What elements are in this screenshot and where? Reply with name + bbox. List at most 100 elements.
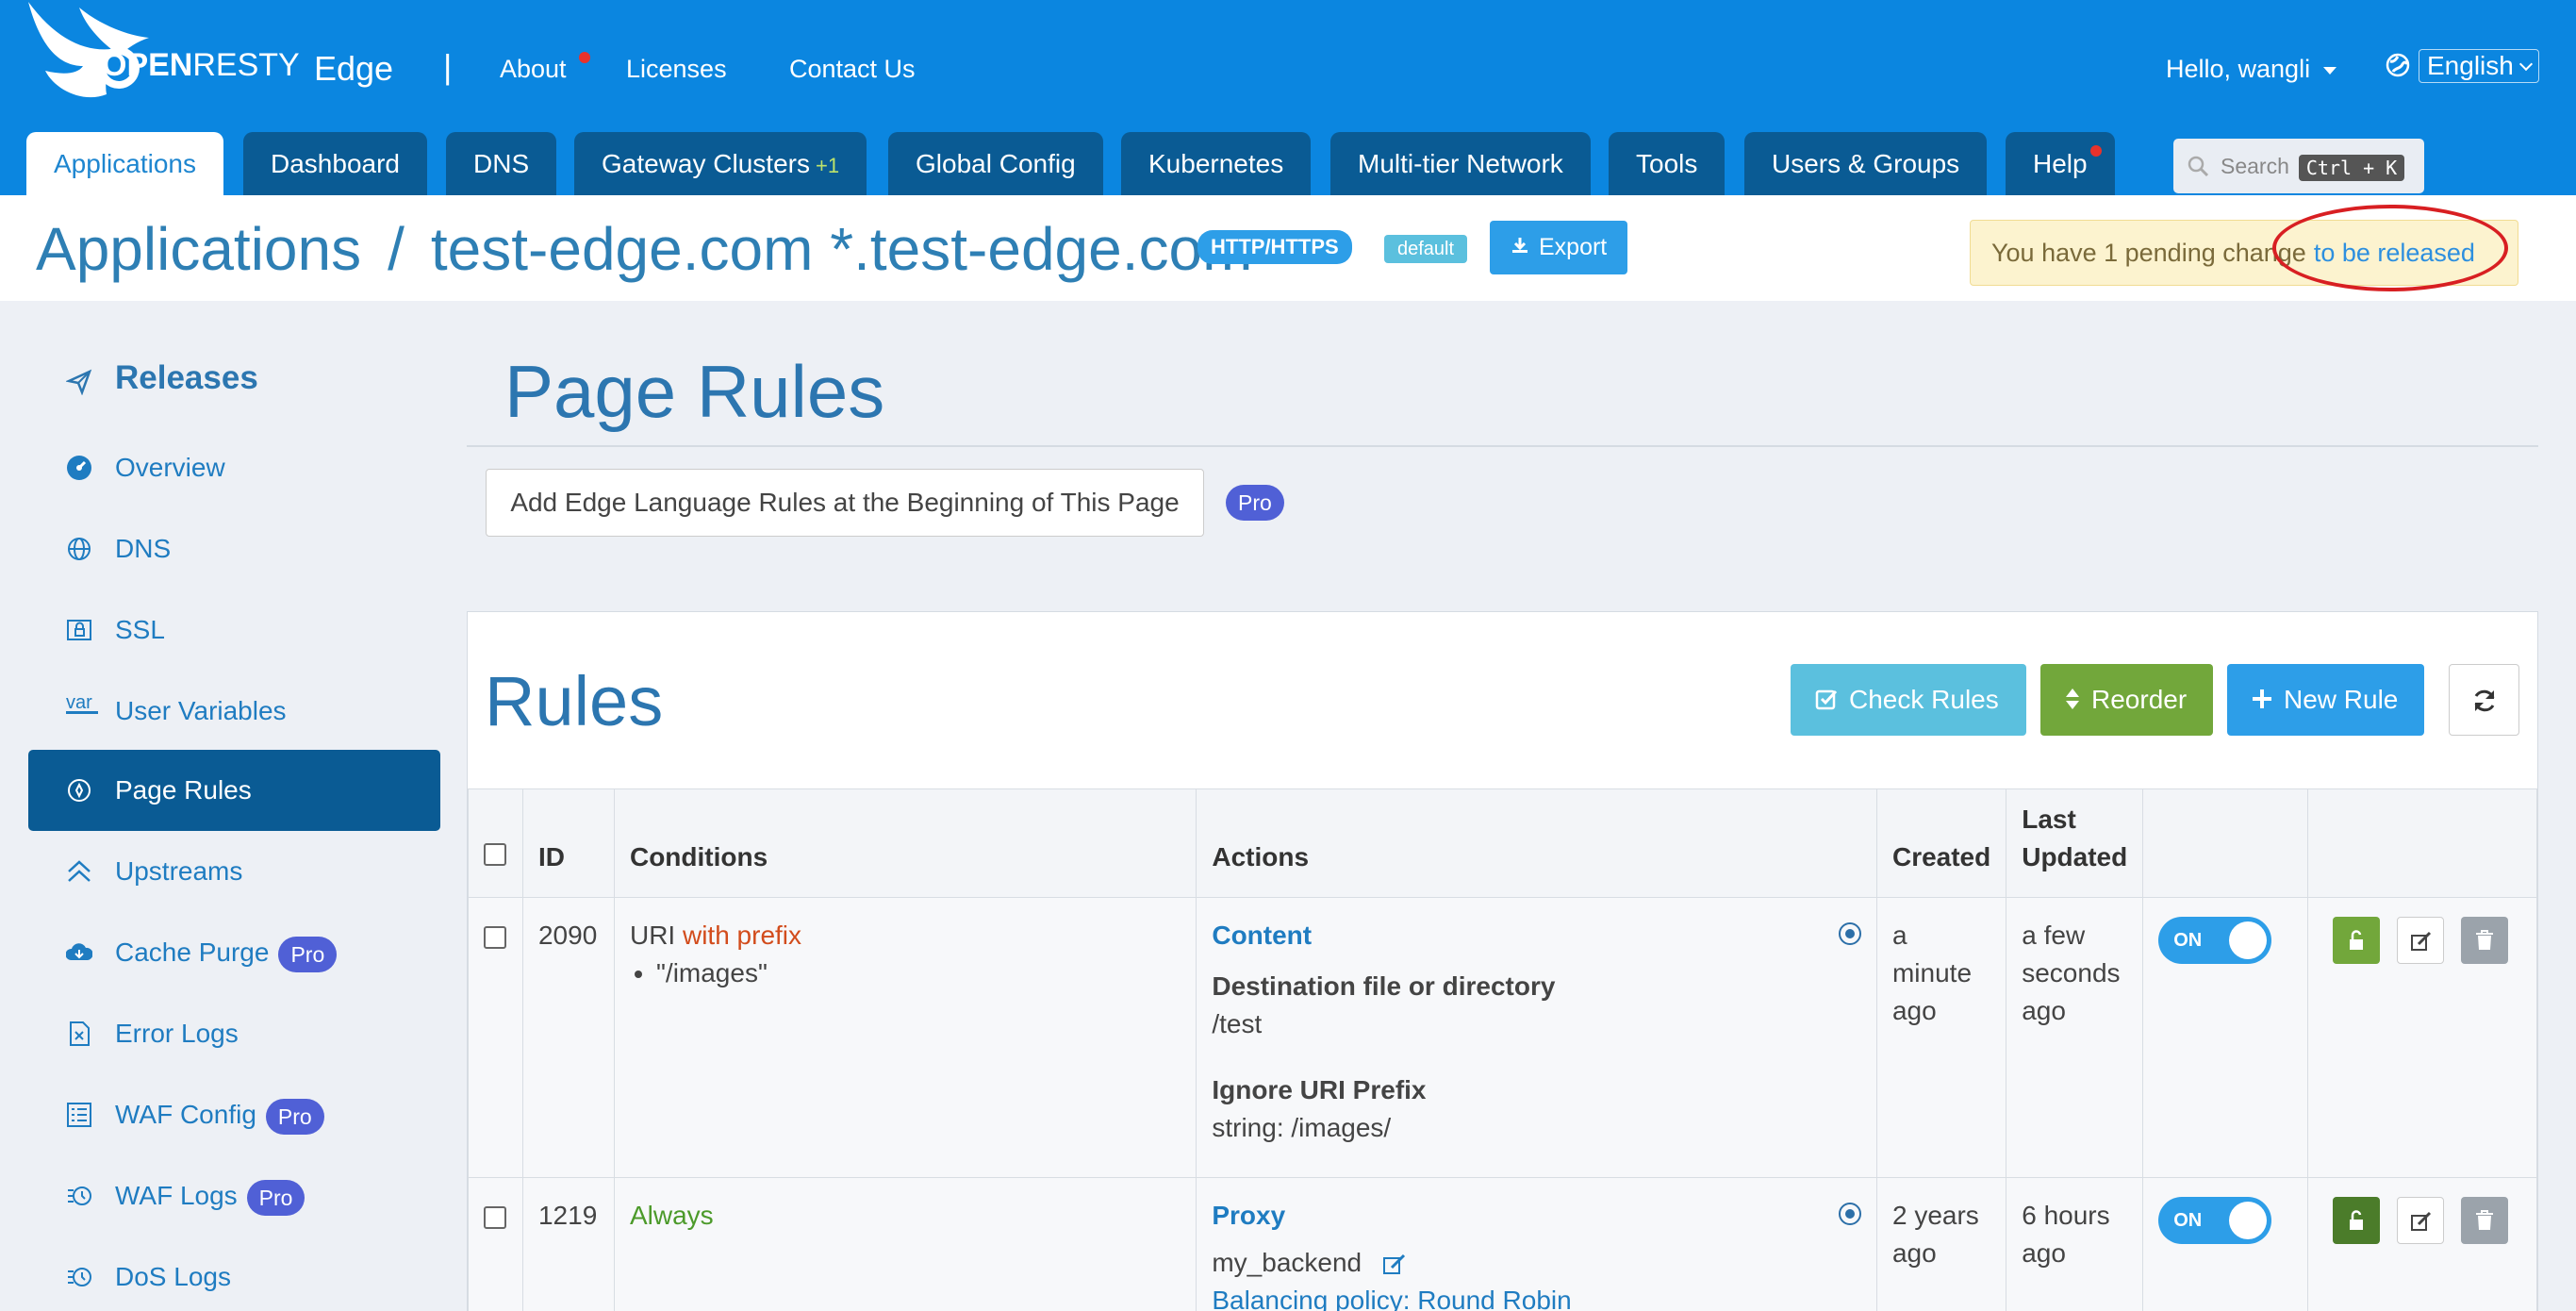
tab-global-config[interactable]: Global Config	[888, 132, 1103, 195]
select-all-checkbox[interactable]	[484, 843, 506, 866]
balancing-policy-link[interactable]: Balancing policy: Round Robin	[1212, 1282, 1861, 1311]
action-name[interactable]: Proxy	[1212, 1201, 1285, 1230]
user-greeting: Hello, wangli	[2166, 55, 2311, 83]
sidebar-item-dos-logs[interactable]: DoS Logs	[28, 1236, 440, 1311]
tab-label: Applications	[54, 149, 196, 178]
rule-id: 2090	[521, 897, 615, 1178]
notification-dot	[2089, 145, 2102, 157]
sort-icon	[2066, 688, 2079, 709]
reorder-button[interactable]: Reorder	[2040, 664, 2213, 736]
user-menu[interactable]: Hello, wangli	[2166, 55, 2337, 84]
tab-help[interactable]: Help	[2006, 132, 2115, 195]
sidebar-heading-releases[interactable]: Releases	[115, 359, 258, 397]
page-title: Page Rules	[504, 350, 885, 433]
sidebar-item-label: Overview	[115, 453, 225, 482]
rule-operations	[2307, 897, 2537, 1178]
refresh-icon	[2474, 689, 2495, 712]
action-field-label: Ignore URI Prefix	[1212, 1075, 1427, 1104]
row-checkbox[interactable]	[484, 926, 506, 949]
sidebar-item-dns[interactable]: DNS	[28, 508, 440, 589]
new-rule-label: New Rule	[2284, 685, 2399, 714]
action-field-label: Destination file or directory	[1212, 971, 1556, 1001]
breadcrumb-applications[interactable]: Applications	[36, 215, 361, 283]
trash-icon	[2476, 930, 2494, 950]
row-checkbox[interactable]	[484, 1206, 506, 1229]
column-header-status	[2142, 788, 2309, 898]
rule-actions: Content Destination file or directory /t…	[1196, 897, 1877, 1178]
sidebar-item-label: Upstreams	[115, 856, 243, 886]
rule-enable-toggle[interactable]: ON	[2158, 1197, 2272, 1244]
check-rules-button[interactable]: Check Rules	[1791, 664, 2026, 736]
sidebar-item-waf-config[interactable]: WAF Config Pro	[28, 1074, 440, 1155]
tab-dns[interactable]: DNS	[446, 132, 557, 195]
tab-label: Help	[2033, 149, 2088, 178]
tab-kubernetes[interactable]: Kubernetes	[1121, 132, 1312, 195]
condition-variable: URI	[629, 921, 676, 950]
sidebar-item-error-logs[interactable]: Error Logs	[28, 993, 440, 1074]
column-header-created: Created	[1875, 788, 2007, 898]
delete-button[interactable]	[2461, 1197, 2509, 1244]
log-icon	[68, 1268, 91, 1286]
sidebar-item-overview[interactable]: Overview	[28, 427, 440, 508]
divider	[467, 445, 2538, 447]
search-placeholder: Search	[2221, 154, 2289, 178]
nav-contact-us[interactable]: Contact Us	[789, 55, 916, 84]
new-rule-button[interactable]: New Rule	[2227, 664, 2424, 736]
tab-multi-tier-network[interactable]: Multi-tier Network	[1330, 132, 1591, 195]
check-square-icon	[1815, 689, 1838, 709]
edit-button[interactable]	[2397, 917, 2445, 964]
nav-about[interactable]: About	[500, 55, 567, 84]
globe-icon	[68, 538, 91, 560]
sidebar-item-upstreams[interactable]: Upstreams	[28, 831, 440, 912]
download-icon	[1512, 238, 1527, 254]
sidebar-item-cache-purge[interactable]: Cache Purge Pro	[28, 912, 440, 993]
rule-created: a minute ago	[1875, 897, 2007, 1178]
export-button[interactable]: Export	[1490, 221, 1628, 274]
table-row: 1219 Always Proxy my_backend Balancing p…	[468, 1177, 2537, 1311]
lock-button[interactable]	[2333, 1197, 2381, 1244]
sidebar-item-user-variables[interactable]: var User Variables	[28, 671, 440, 752]
sidebar-item-label: DoS Logs	[115, 1262, 231, 1291]
brand-name[interactable]: OPENRESTY	[102, 47, 300, 84]
double-chevron-up-icon	[68, 860, 91, 882]
sidebar-item-ssl[interactable]: SSL	[28, 589, 440, 671]
action-name[interactable]: Content	[1212, 921, 1312, 950]
tab-applications[interactable]: Applications	[26, 132, 223, 195]
tab-label: Tools	[1636, 149, 1698, 178]
refresh-button[interactable]	[2449, 664, 2519, 736]
breadcrumb-bar: Applications / test-edge.com *.test-edge.c…	[0, 195, 2576, 301]
sidebar-item-label: WAF Config	[115, 1100, 256, 1129]
sidebar: Releases Overview DNS SSL var User Varia…	[0, 301, 453, 1311]
rule-updated: a few seconds ago	[2006, 897, 2144, 1178]
rules-table: ID Conditions Actions Created Last Updat…	[468, 788, 2537, 1311]
search-box[interactable]: Search Ctrl + K	[2173, 139, 2424, 193]
select-all-cell	[468, 788, 523, 898]
sidebar-item-waf-logs[interactable]: WAF Logs Pro	[28, 1155, 440, 1236]
edit-button[interactable]	[2397, 1197, 2445, 1244]
condition-always: Always	[629, 1201, 714, 1230]
dashboard-gauge-icon	[67, 456, 91, 480]
top-navbar: OPENRESTY Edge | About Licenses Contact …	[0, 0, 2576, 195]
tab-tools[interactable]: Tools	[1609, 132, 1726, 195]
pro-badge: Pro	[246, 1179, 305, 1216]
rule-enable-toggle[interactable]: ON	[2158, 917, 2272, 964]
column-header-operations	[2307, 788, 2537, 898]
rule-toggle-cell: ON	[2142, 1177, 2309, 1311]
add-edge-language-rules-button[interactable]: Add Edge Language Rules at the Beginning…	[486, 469, 1204, 537]
language-select[interactable]: English	[2419, 49, 2539, 83]
sidebar-item-page-rules[interactable]: Page Rules	[28, 750, 440, 831]
caret-down-icon	[2323, 66, 2337, 75]
delete-button[interactable]	[2461, 917, 2509, 964]
tab-users-groups[interactable]: Users & Groups	[1744, 132, 1988, 195]
edit-icon[interactable]	[1382, 1253, 1407, 1277]
protocol-badge: HTTP/HTTPS	[1197, 230, 1352, 264]
annotation-circle	[2272, 205, 2508, 291]
lock-button[interactable]	[2333, 917, 2381, 964]
compass-icon	[68, 779, 91, 802]
rule-id: 1219	[521, 1177, 615, 1311]
nav-licenses[interactable]: Licenses	[626, 55, 727, 84]
tab-dashboard[interactable]: Dashboard	[243, 132, 427, 195]
action-field-value: /test	[1212, 1009, 1263, 1038]
action-field-value: string: /images/	[1212, 1113, 1392, 1142]
tab-gateway-clusters[interactable]: Gateway Clusters +1	[574, 132, 867, 195]
